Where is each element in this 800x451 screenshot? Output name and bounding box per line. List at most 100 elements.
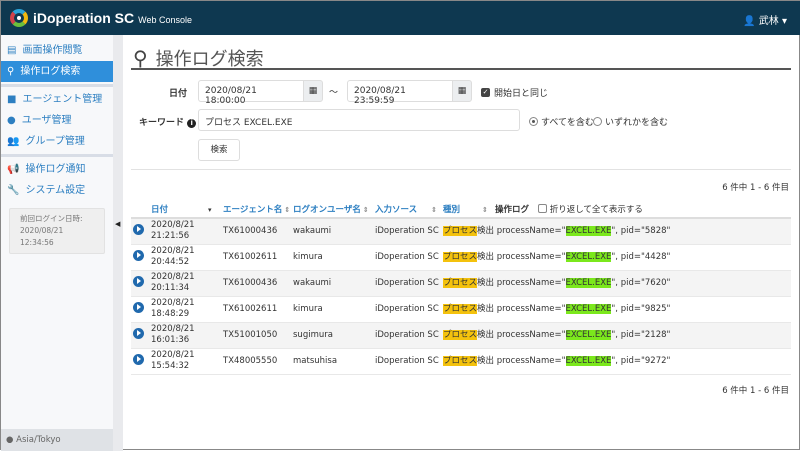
table-row[interactable]: 2020/8/21 20:44:52 TX61002611 kimura iDop… xyxy=(131,244,791,271)
video-icon: ■ xyxy=(7,94,17,105)
checkbox-checked-icon: ✓ xyxy=(481,88,490,97)
match-all-radio[interactable]: すべてを含む xyxy=(529,115,594,128)
cell-user: sugimura xyxy=(293,322,375,349)
col-user[interactable]: ログオンユーザ名 ⇕ xyxy=(293,200,375,219)
play-icon[interactable] xyxy=(133,301,144,313)
date-label: 日付 xyxy=(169,89,188,99)
col-kind[interactable]: 種別 ⇕ xyxy=(443,200,495,219)
top-bar: iDoperation SC Web Console 👤 武林 ▾ xyxy=(1,1,800,35)
match-any-label: いずれかを含む xyxy=(605,118,669,128)
table-row[interactable]: 2020/8/21 16:01:36 TX51001050 sugimura iD… xyxy=(131,322,791,349)
keyword-highlight: EXCEL.EXE xyxy=(565,251,612,262)
cell-date: 2020/8/21 21:21:56 xyxy=(151,218,223,245)
wrap-checkbox[interactable]: 折り返して全て表示する xyxy=(537,203,643,215)
cell-log: プロセス検出 processName="EXCEL.EXE", pid="927… xyxy=(443,348,791,375)
sidebar: ▤ 画面操作閲覧 ⚲ 操作ログ検索 ■ エージェント管理 ● ユーザ管理 👥 グループ管理… xyxy=(1,35,113,451)
keyword-highlight: EXCEL.EXE xyxy=(565,303,612,314)
cell-date: 2020/8/21 20:11:34 xyxy=(151,270,223,297)
play-icon[interactable] xyxy=(133,353,144,365)
logo-icon xyxy=(10,9,28,27)
checkbox-unchecked-icon xyxy=(537,203,547,213)
match-any-radio[interactable]: いずれかを含む xyxy=(593,115,668,128)
kind-highlight: プロセス xyxy=(443,303,478,314)
brand-subtitle: Web Console xyxy=(138,15,192,25)
col-date[interactable]: 日付 ▾ xyxy=(151,200,223,219)
cell-agent: TX61002611 xyxy=(223,244,293,271)
table-row[interactable]: 2020/8/21 18:48:29 TX61002611 kimura iDop… xyxy=(131,296,791,323)
info-icon[interactable]: i xyxy=(187,119,197,128)
kind-highlight: プロセス xyxy=(443,225,478,236)
play-icon[interactable] xyxy=(133,327,144,339)
calendar-icon[interactable]: ▦ xyxy=(303,80,323,102)
cell-source: iDoperation SC xyxy=(375,244,443,271)
sidebar-item-label: グループ管理 xyxy=(25,136,85,147)
keyword-label: キーワード i xyxy=(139,115,197,128)
users-icon: 👥 xyxy=(7,136,20,147)
kind-highlight: プロセス xyxy=(443,277,478,288)
cell-agent: TX51001050 xyxy=(223,322,293,349)
cell-source: iDoperation SC xyxy=(375,348,443,375)
table-row[interactable]: 2020/8/21 20:11:34 TX61000436 wakaumi iDo… xyxy=(131,270,791,297)
sidebar-item-log-search[interactable]: ⚲ 操作ログ検索 xyxy=(1,61,113,82)
brand-name: iDoperation SC xyxy=(33,10,135,26)
cell-log: プロセス検出 processName="EXCEL.EXE", pid="582… xyxy=(443,218,791,245)
col-log: 操作ログ 折り返して全て表示する xyxy=(495,200,791,219)
cell-log: プロセス検出 processName="EXCEL.EXE", pid="212… xyxy=(443,322,791,349)
search-icon: ⚲ xyxy=(7,66,15,77)
sidebar-item-users[interactable]: ● ユーザ管理 xyxy=(1,110,113,131)
range-separator: ～ xyxy=(329,88,339,98)
sidebar-item-label: 画面操作閲覧 xyxy=(22,45,83,56)
cell-log: プロセス検出 processName="EXCEL.EXE", pid="762… xyxy=(443,270,791,297)
col-agent[interactable]: エージェント名 ⇕ xyxy=(223,200,293,219)
divider xyxy=(1,154,113,157)
brand[interactable]: iDoperation SC Web Console xyxy=(33,10,192,26)
keyword-highlight: EXCEL.EXE xyxy=(565,225,612,236)
user-icon: 👤 xyxy=(743,16,756,27)
same-day-checkbox[interactable]: ✓ 開始日と同じ xyxy=(481,86,548,99)
user-name: 武林 xyxy=(758,16,779,27)
result-count-top: 6 件中 1 - 6 件目 xyxy=(722,183,789,193)
cell-source: iDoperation SC xyxy=(375,218,443,245)
sidebar-toggle[interactable]: ◀ xyxy=(113,35,123,451)
user-icon: ● xyxy=(7,115,16,126)
cell-log: プロセス検出 processName="EXCEL.EXE", pid="442… xyxy=(443,244,791,271)
sidebar-item-label: エージェント管理 xyxy=(22,94,103,105)
same-day-label: 開始日と同じ xyxy=(494,89,549,99)
cell-date: 2020/8/21 18:48:29 xyxy=(151,296,223,323)
cell-user: matsuhisa xyxy=(293,348,375,375)
table-row[interactable]: 2020/8/21 15:54:32 TX48005550 matsuhisa i… xyxy=(131,348,791,375)
date-from-input[interactable]: 2020/08/21 18:00:00 xyxy=(198,80,304,106)
cell-source: iDoperation SC xyxy=(375,322,443,349)
cell-agent: TX48005550 xyxy=(223,348,293,375)
radio-unchecked-icon xyxy=(593,117,602,126)
sidebar-item-groups[interactable]: 👥 グループ管理 xyxy=(1,131,113,152)
search-button[interactable]: 検索 xyxy=(198,139,240,161)
play-icon[interactable] xyxy=(133,275,144,287)
cell-agent: TX61000436 xyxy=(223,218,293,245)
sidebar-item-agents[interactable]: ■ エージェント管理 xyxy=(1,89,113,110)
keyword-highlight: EXCEL.EXE xyxy=(565,277,612,288)
date-to-input[interactable]: 2020/08/21 23:59:59 xyxy=(347,80,453,106)
cell-log: プロセス検出 processName="EXCEL.EXE", pid="982… xyxy=(443,296,791,323)
cell-date: 2020/8/21 15:54:32 xyxy=(151,348,223,375)
col-source[interactable]: 入力ソース ⇕ xyxy=(375,200,443,219)
sidebar-item-notifications[interactable]: 📢 操作ログ通知 xyxy=(1,159,113,180)
cell-user: wakaumi xyxy=(293,270,375,297)
keyword-highlight: EXCEL.EXE xyxy=(565,329,612,340)
calendar-icon[interactable]: ▦ xyxy=(452,80,472,102)
search-icon: ⚲ xyxy=(133,46,148,70)
sidebar-item-screen-view[interactable]: ▤ 画面操作閲覧 xyxy=(1,40,113,61)
film-icon: ▤ xyxy=(7,45,17,56)
user-menu[interactable]: 👤 武林 ▾ xyxy=(743,12,787,27)
results-table: 日付 ▾ エージェント名 ⇕ ログオンユーザ名 ⇕ 入力ソース ⇕ 種別 ⇕ 操作ログ 折… xyxy=(131,200,791,375)
table-header: 日付 ▾ エージェント名 ⇕ ログオンユーザ名 ⇕ 入力ソース ⇕ 種別 ⇕ 操作ログ 折… xyxy=(131,200,791,219)
cell-agent: TX61000436 xyxy=(223,270,293,297)
play-icon[interactable] xyxy=(133,223,144,235)
table-row[interactable]: 2020/8/21 21:21:56 TX61000436 wakaumi iDo… xyxy=(131,218,791,245)
caret-down-icon: ▾ xyxy=(781,16,787,27)
main-content: ⚲ 操作ログ検索 日付 2020/08/21 18:00:00 ▦ ～ 2020/… xyxy=(123,35,800,451)
play-icon[interactable] xyxy=(133,249,144,261)
keyword-input[interactable]: プロセス EXCEL.EXE xyxy=(198,109,520,131)
sidebar-item-settings[interactable]: 🔧 システム設定 xyxy=(1,180,113,201)
sidebar-item-label: システム設定 xyxy=(25,185,86,196)
